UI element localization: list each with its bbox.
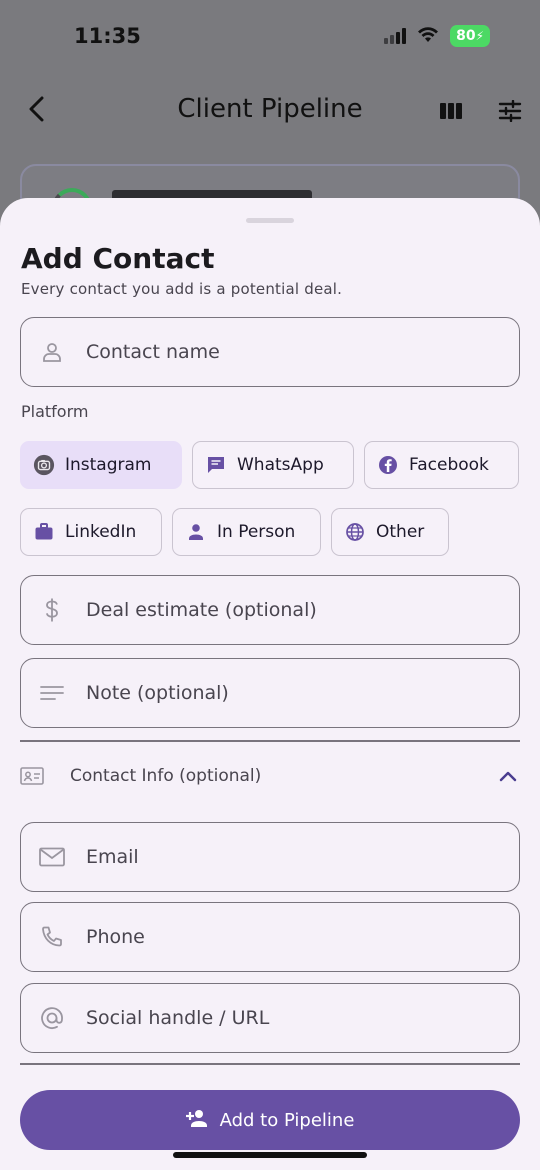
phone-field[interactable]: Phone (20, 902, 520, 972)
phone-icon (39, 924, 65, 950)
email-field[interactable]: Email (20, 822, 520, 892)
add-contact-sheet: Add Contact Every contact you add is a p… (0, 198, 540, 1170)
sheet-title: Add Contact (21, 242, 215, 275)
chip-other[interactable]: Other (331, 508, 449, 556)
columns-icon (440, 103, 462, 119)
note-field[interactable]: Note (optional) (20, 658, 520, 728)
person-icon (185, 521, 207, 543)
chip-instagram[interactable]: Instagram (20, 441, 182, 489)
globe-icon (344, 521, 366, 543)
tune-icon (498, 100, 522, 122)
wifi-icon (416, 25, 440, 47)
camera-icon (33, 454, 55, 476)
signal-icon (384, 28, 407, 44)
drag-handle[interactable] (246, 218, 294, 223)
sheet-subtitle: Every contact you add is a potential dea… (21, 280, 343, 298)
chip-label: Other (376, 522, 425, 542)
columns-view-button[interactable] (438, 98, 464, 124)
person-outline-icon (39, 339, 65, 365)
status-time: 11:35 (74, 24, 141, 48)
app-header: Client Pipeline (0, 80, 540, 140)
add-to-pipeline-label: Add to Pipeline (219, 1109, 355, 1131)
contact-card-icon (20, 764, 44, 788)
chat-icon (205, 454, 227, 476)
add-to-pipeline-button[interactable]: Add to Pipeline (20, 1090, 520, 1150)
status-icons: 80 ⚡ (384, 25, 490, 47)
email-placeholder: Email (86, 846, 139, 868)
deal-estimate-field[interactable]: Deal estimate (optional) (20, 575, 520, 645)
contact-name-placeholder: Contact name (86, 341, 220, 363)
chevron-up-icon (496, 764, 520, 788)
divider (20, 740, 520, 742)
chip-in-person[interactable]: In Person (172, 508, 321, 556)
chip-whatsapp[interactable]: WhatsApp (192, 441, 354, 489)
chip-facebook[interactable]: Facebook (364, 441, 519, 489)
status-bar: 11:35 80 ⚡ (0, 0, 540, 70)
contact-info-toggle[interactable]: Contact Info (optional) (20, 754, 520, 798)
battery-indicator: 80 ⚡ (450, 25, 490, 47)
facebook-icon (377, 454, 399, 476)
chip-label: Instagram (65, 455, 152, 475)
divider (20, 1063, 520, 1065)
social-handle-placeholder: Social handle / URL (86, 1007, 270, 1029)
contact-info-label: Contact Info (optional) (70, 766, 262, 786)
note-placeholder: Note (optional) (86, 682, 229, 704)
at-sign-icon (39, 1005, 65, 1031)
chip-linkedin[interactable]: LinkedIn (20, 508, 162, 556)
platform-label: Platform (21, 402, 89, 421)
mail-icon (39, 844, 65, 870)
person-add-icon (185, 1108, 210, 1132)
home-indicator (173, 1152, 367, 1158)
social-handle-field[interactable]: Social handle / URL (20, 983, 520, 1053)
contact-name-field[interactable]: Contact name (20, 317, 520, 387)
briefcase-icon (33, 521, 55, 543)
deal-estimate-placeholder: Deal estimate (optional) (86, 599, 317, 621)
chip-label: Facebook (409, 455, 489, 475)
chip-label: WhatsApp (237, 455, 324, 475)
chip-label: LinkedIn (65, 522, 137, 542)
phone-placeholder: Phone (86, 926, 145, 948)
notes-icon (39, 680, 65, 706)
dollar-icon (39, 597, 65, 623)
filter-button[interactable] (497, 98, 523, 124)
chip-label: In Person (217, 522, 296, 542)
